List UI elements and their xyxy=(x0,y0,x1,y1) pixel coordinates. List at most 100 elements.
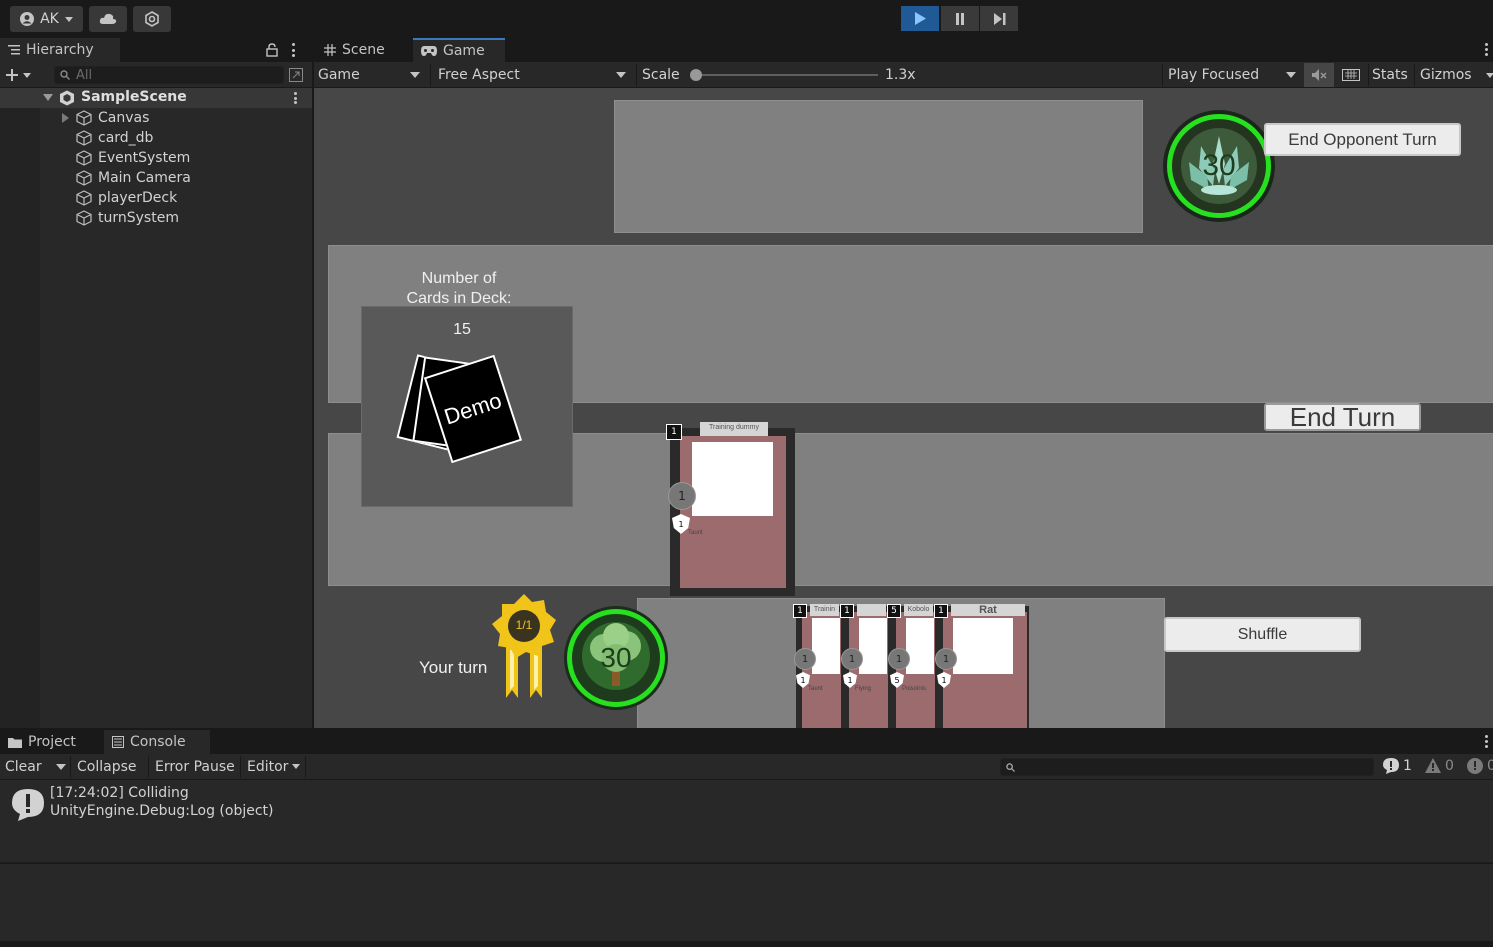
services-button[interactable] xyxy=(133,6,171,32)
log-count-toggle[interactable]: 1 xyxy=(1382,757,1412,775)
search-icon xyxy=(60,70,70,80)
hierarchy-search-input[interactable]: All xyxy=(54,66,284,84)
play-button[interactable] xyxy=(901,6,939,31)
chevron-down-icon xyxy=(1286,72,1296,78)
tab-game-label: Game xyxy=(443,43,485,59)
console-kebab-icon[interactable] xyxy=(1485,735,1489,748)
account-dropdown[interactable]: AK xyxy=(10,6,83,32)
separator xyxy=(70,756,71,778)
tab-scene[interactable]: Scene xyxy=(314,38,412,62)
hierarchy-gutter xyxy=(0,88,40,728)
tab-hierarchy-label: Hierarchy xyxy=(26,42,94,58)
deck-card-text: Demo xyxy=(441,387,505,430)
hand-card[interactable]: 1 1 1 Flying xyxy=(840,604,890,728)
gameobject-cube-icon xyxy=(76,210,92,226)
expand-arrow-icon[interactable] xyxy=(62,113,69,123)
mute-button[interactable] xyxy=(1304,63,1334,87)
tab-console[interactable]: Console xyxy=(104,730,210,754)
scale-slider[interactable] xyxy=(690,69,878,81)
folder-icon xyxy=(8,737,22,748)
separator xyxy=(1414,64,1415,86)
error-count: 0 xyxy=(1487,758,1493,774)
view-kebab-icon[interactable] xyxy=(1485,43,1489,56)
card-art xyxy=(953,618,1013,674)
settings-hex-icon xyxy=(145,11,159,27)
error-pause-toggle[interactable]: Error Pause xyxy=(151,756,235,778)
gizmos-button[interactable]: Gizmos xyxy=(1420,67,1472,83)
expand-arrow-icon[interactable] xyxy=(43,94,53,101)
card-cost: 1 xyxy=(666,424,682,440)
search-expand-icon[interactable] xyxy=(289,68,303,82)
scene-kebab-icon[interactable] xyxy=(294,92,298,104)
log-stacktrace: UnityEngine.Debug:Log (object) xyxy=(50,803,274,819)
play-mode-dropdown[interactable]: Play Focused xyxy=(1164,64,1302,86)
mute-audio-icon xyxy=(1312,69,1327,81)
game-view[interactable]: 30 End Opponent Turn Number of Cards in … xyxy=(314,88,1493,728)
hand-card[interactable]: Rat 1 1 1 xyxy=(934,604,1029,728)
error-icon xyxy=(1467,758,1483,774)
hierarchy-item[interactable]: card_db xyxy=(76,128,153,148)
field-card[interactable]: Training dummy 1 1 1 Taunt xyxy=(666,422,795,596)
card-art xyxy=(812,618,840,674)
player-hp-badge: 30 xyxy=(564,606,668,710)
console-search-input[interactable] xyxy=(1000,758,1374,776)
opponent-hand-zone xyxy=(614,100,1143,233)
main-toolbar: AK xyxy=(0,0,1493,38)
error-count-toggle[interactable]: 0 xyxy=(1466,757,1493,775)
display-label: Game xyxy=(318,67,360,83)
card-cost: 1 xyxy=(934,604,948,618)
stats-button[interactable]: Stats xyxy=(1372,67,1408,83)
hierarchy-item-label: card_db xyxy=(98,130,154,146)
pause-button[interactable] xyxy=(941,6,979,31)
game-toolbar: Game Free Aspect Scale 1.3x Play Focused… xyxy=(314,62,1493,88)
console-detail-area xyxy=(0,864,1493,941)
warning-count-toggle[interactable]: 0 xyxy=(1424,757,1454,774)
hierarchy-item[interactable]: turnSystem xyxy=(76,208,179,228)
gameobject-cube-icon xyxy=(76,190,92,206)
hierarchy-item-label: Canvas xyxy=(98,110,150,126)
card-name xyxy=(857,604,886,616)
hierarchy-tab-strip: Hierarchy xyxy=(0,38,312,62)
clear-button[interactable]: Clear xyxy=(1,756,42,778)
hand-card[interactable]: Kobolo 5 1 5 Poisoinis xyxy=(887,604,937,728)
end-turn-button[interactable]: End Turn xyxy=(1264,402,1421,432)
hierarchy-item[interactable]: Main Camera xyxy=(76,168,191,188)
chevron-down-icon[interactable] xyxy=(1486,73,1493,78)
scale-value: 1.3x xyxy=(885,67,916,83)
scene-row[interactable]: SampleScene xyxy=(0,88,312,108)
tab-project[interactable]: Project xyxy=(0,730,102,754)
warning-icon xyxy=(1425,758,1441,773)
separator xyxy=(430,64,431,86)
search-icon xyxy=(1006,762,1015,772)
hierarchy-item[interactable]: EventSystem xyxy=(76,148,190,168)
tab-hierarchy[interactable]: Hierarchy xyxy=(0,38,120,62)
card-art xyxy=(692,442,773,516)
card-attack: 1 xyxy=(935,648,957,670)
separator xyxy=(636,64,637,86)
lock-icon[interactable] xyxy=(266,43,278,57)
card-attack: 1 xyxy=(841,648,863,670)
card-name: Rat xyxy=(951,604,1025,616)
kebab-menu-icon[interactable] xyxy=(290,43,296,57)
stats-overlay-button[interactable] xyxy=(1336,63,1366,87)
hierarchy-item[interactable]: Canvas xyxy=(62,108,150,128)
aspect-label: Free Aspect xyxy=(438,67,520,83)
console-log-entry[interactable]: [17:24:02] Colliding UnityEngine.Debug:L… xyxy=(0,780,1493,863)
editor-dropdown[interactable]: Editor xyxy=(243,756,288,778)
scale-slider-thumb[interactable] xyxy=(690,69,702,81)
hand-card[interactable]: Trainin 1 1 1 Taunt xyxy=(793,604,843,728)
step-button[interactable] xyxy=(980,6,1018,31)
end-opponent-turn-button[interactable]: End Opponent Turn xyxy=(1264,123,1461,156)
hierarchy-item[interactable]: playerDeck xyxy=(76,188,177,208)
log-message: [17:24:02] Colliding xyxy=(50,785,189,801)
collapse-toggle[interactable]: Collapse xyxy=(73,756,137,778)
shuffle-button[interactable]: Shuffle xyxy=(1164,617,1361,652)
add-object-button[interactable] xyxy=(6,65,40,85)
clear-options-dropdown[interactable] xyxy=(56,764,66,770)
tab-game[interactable]: Game xyxy=(413,38,505,62)
cloud-button[interactable] xyxy=(89,6,127,32)
display-dropdown[interactable]: Game xyxy=(314,64,426,86)
account-icon xyxy=(20,12,35,26)
play-icon xyxy=(915,12,926,25)
aspect-dropdown[interactable]: Free Aspect xyxy=(434,64,632,86)
